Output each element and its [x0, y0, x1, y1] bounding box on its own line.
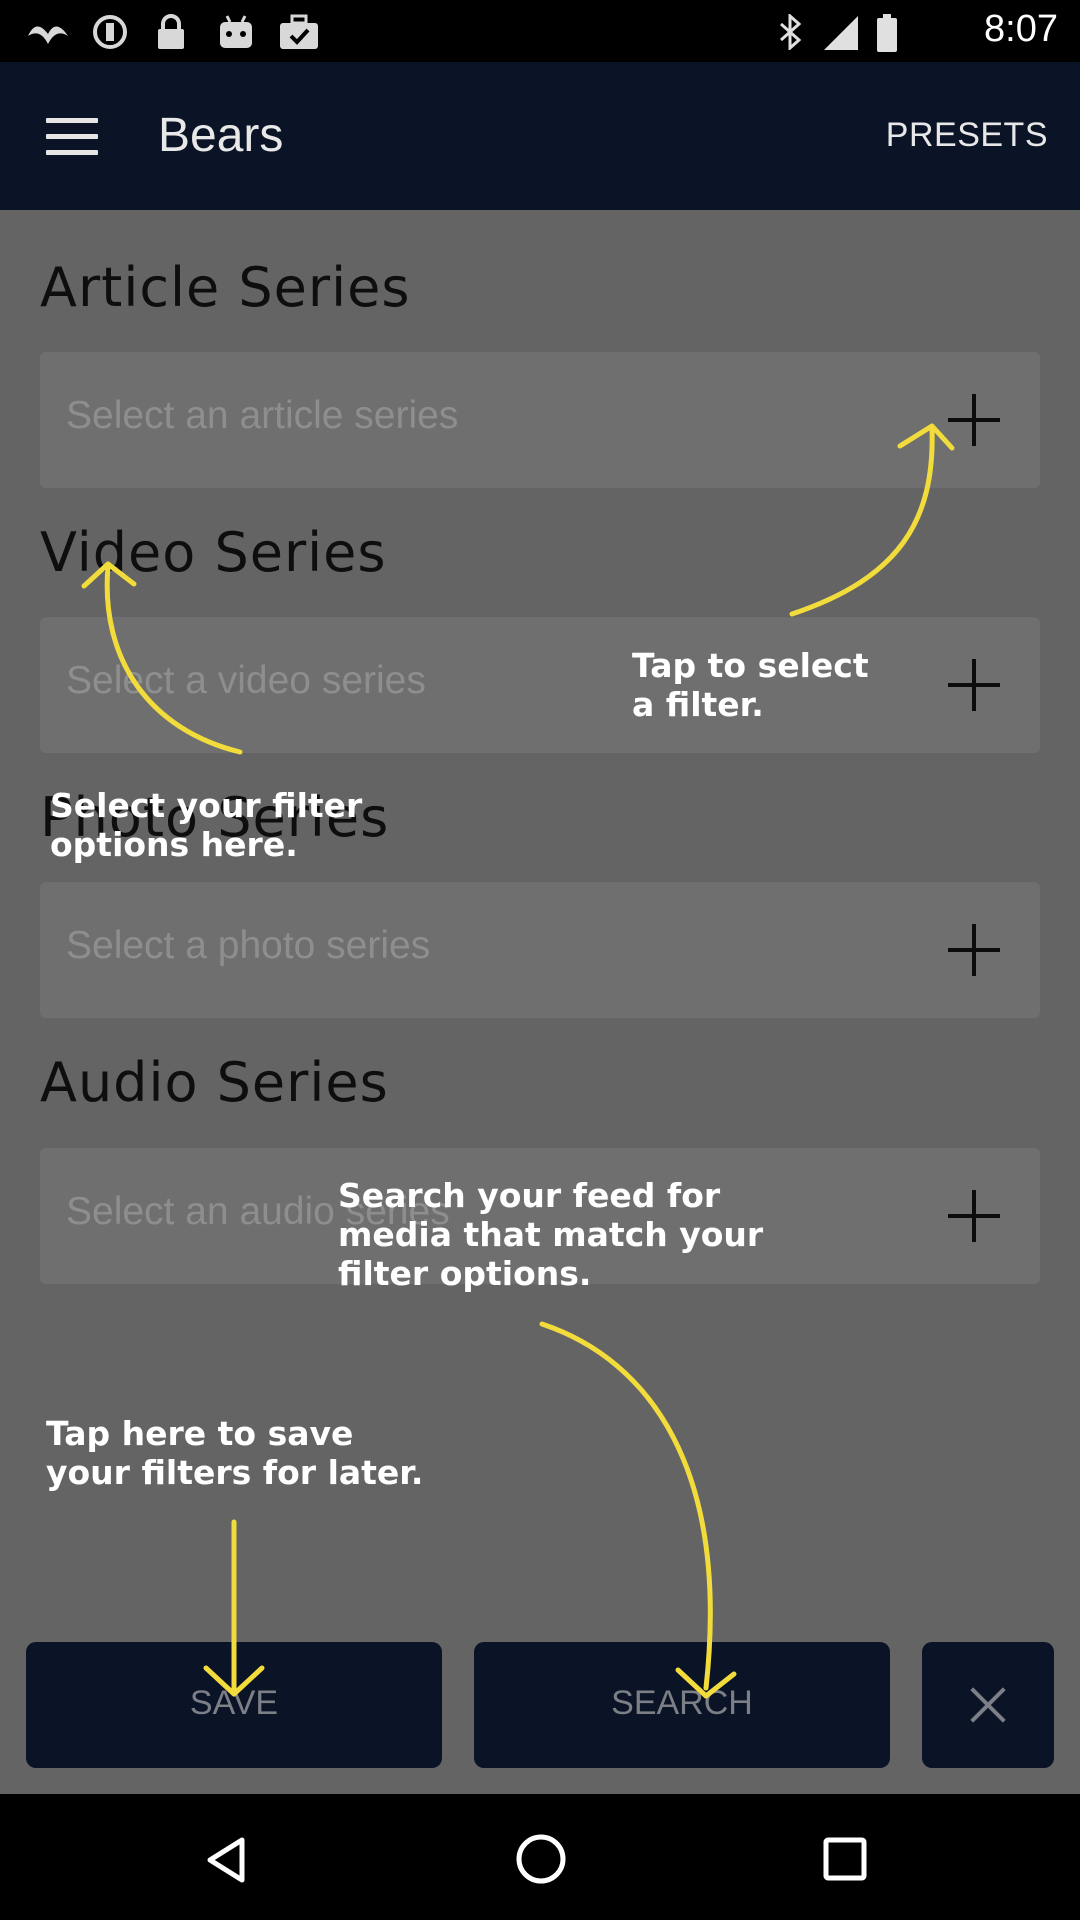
video-series-title: Video Series — [40, 521, 387, 584]
app-bar: Bears PRESETS — [0, 62, 1080, 210]
home-icon[interactable] — [514, 1832, 568, 1886]
circle-notification-icon — [93, 15, 127, 49]
close-icon — [969, 1686, 1007, 1724]
hint-tap-filter: Tap to select a filter. — [632, 646, 869, 724]
add-article-series-icon[interactable] — [948, 394, 1000, 446]
add-audio-series-icon[interactable] — [948, 1190, 1000, 1242]
add-video-series-icon[interactable] — [948, 659, 1000, 711]
save-button-label: SAVE — [189, 1684, 279, 1722]
search-button[interactable]: SEARCH — [474, 1642, 890, 1768]
search-button-label: SEARCH — [611, 1684, 753, 1722]
hint-filter-options: Select your filter options here. — [50, 786, 363, 864]
signal-icon — [824, 16, 858, 50]
article-series-select[interactable]: Select an article series — [40, 352, 1040, 488]
status-time: 8:07 — [984, 8, 1058, 50]
add-photo-series-icon[interactable] — [948, 924, 1000, 976]
page-title: Bears — [158, 109, 284, 162]
audio-series-title: Audio Series — [40, 1051, 389, 1114]
hamburger-menu-icon[interactable] — [46, 118, 100, 156]
back-icon[interactable] — [200, 1834, 252, 1886]
hint-save: Tap here to save your filters for later. — [46, 1414, 424, 1492]
video-series-select[interactable]: Select a video series — [40, 617, 1040, 753]
robot-icon — [220, 15, 252, 48]
article-series-placeholder: Select an article series — [66, 394, 459, 437]
status-bar: 8:07 — [0, 0, 1080, 62]
video-series-placeholder: Select a video series — [66, 659, 426, 702]
close-button[interactable] — [922, 1642, 1054, 1768]
photo-series-placeholder: Select a photo series — [66, 924, 431, 967]
navigation-bar — [0, 1794, 1080, 1920]
lock-icon — [158, 14, 184, 49]
article-series-title: Article Series — [40, 256, 411, 319]
recents-icon[interactable] — [822, 1836, 868, 1882]
save-button[interactable]: SAVE — [26, 1642, 442, 1768]
bird-icon — [28, 26, 68, 44]
filter-form: Article Series Select an article series … — [0, 210, 1080, 1794]
bluetooth-icon — [780, 14, 802, 50]
briefcase-check-icon — [280, 14, 318, 49]
photo-series-select[interactable]: Select a photo series — [40, 882, 1040, 1018]
presets-button[interactable]: PRESETS — [886, 116, 1048, 155]
battery-icon — [877, 14, 897, 52]
hint-search-feed: Search your feed for media that match yo… — [338, 1176, 764, 1293]
